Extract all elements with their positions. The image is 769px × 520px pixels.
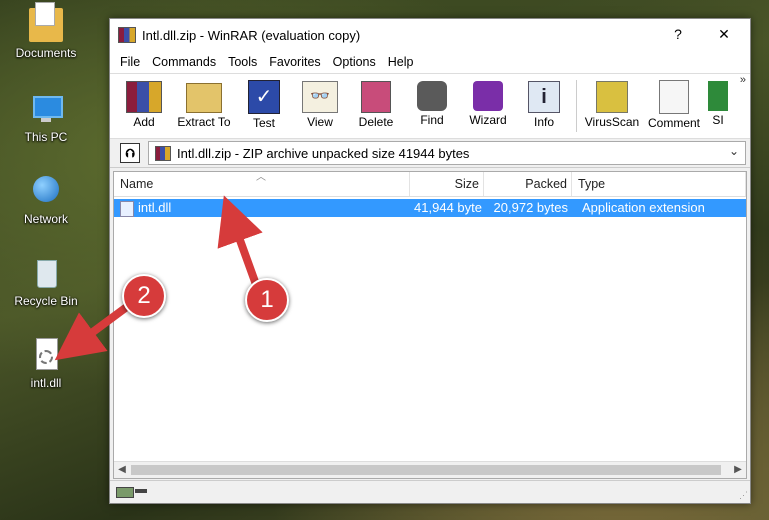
winrar-app-icon <box>118 27 136 43</box>
menu-commands[interactable]: Commands <box>146 55 222 69</box>
window-title: Intl.dll.zip - WinRAR (evaluation copy) <box>142 27 361 43</box>
delete-label: Delete <box>358 115 394 129</box>
step-badge-2: 2 <box>122 274 166 318</box>
info-button[interactable]: i Info <box>516 74 572 129</box>
dll-file-icon <box>120 200 134 217</box>
address-bar: ⮉ Intl.dll.zip - ZIP archive unpacked si… <box>110 139 750 168</box>
wizard-label: Wizard <box>469 113 507 127</box>
file-size: 41,944 byte <box>414 200 482 215</box>
desktop-icon-label: Recycle Bin <box>14 294 78 308</box>
desktop-icon-recycle-bin[interactable]: Recycle Bin <box>6 256 86 308</box>
comment-label: Comment <box>647 116 700 130</box>
documents-folder-icon <box>29 2 63 42</box>
desktop-icon-label: Network <box>23 212 68 226</box>
chevron-down-icon[interactable]: ⌄ <box>729 144 739 158</box>
view-label: View <box>307 115 333 129</box>
horizontal-scrollbar[interactable]: ◀ ▶ <box>114 461 746 478</box>
sfx-label: SI <box>712 113 724 127</box>
archive-path-field[interactable]: Intl.dll.zip - ZIP archive unpacked size… <box>148 141 746 165</box>
desktop-icon-this-pc[interactable]: This PC <box>6 92 86 144</box>
menu-file[interactable]: File <box>114 55 146 69</box>
key-icon <box>135 489 147 493</box>
menu-tools[interactable]: Tools <box>222 55 263 69</box>
dll-file-icon <box>29 338 63 372</box>
test-button[interactable]: ✓ Test <box>236 74 292 130</box>
info-label: Info <box>533 115 554 129</box>
virusscan-label: VirusScan <box>584 115 640 129</box>
menu-favorites[interactable]: Favorites <box>263 55 326 69</box>
extract-to-label: Extract To <box>177 115 231 129</box>
step-badge-1: 1 <box>245 278 289 322</box>
column-header-packed[interactable]: Packed <box>484 172 572 196</box>
file-packed: 20,972 bytes <box>493 200 568 215</box>
file-name: intl.dll <box>138 200 172 215</box>
folder-extract-icon <box>186 83 222 113</box>
file-list: Name Size Packed Type ︿ intl.dll 41,944 … <box>113 171 747 479</box>
wizard-button[interactable]: Wizard <box>460 74 516 127</box>
recycle-bin-icon <box>29 256 63 290</box>
wizard-hat-icon <box>473 81 503 111</box>
network-globe-icon <box>29 174 63 208</box>
archive-icon <box>155 145 171 161</box>
virus-scan-icon <box>596 81 628 113</box>
drive-icon <box>116 487 134 498</box>
desktop-icon-label: intl.dll <box>30 376 62 390</box>
add-button[interactable]: Add <box>116 74 172 129</box>
resize-grip-icon[interactable]: ⋰ <box>739 490 748 501</box>
info-icon: i <box>528 81 560 113</box>
binoculars-find-icon <box>417 81 447 111</box>
winrar-window: Intl.dll.zip - WinRAR (evaluation copy) … <box>109 18 751 504</box>
delete-button[interactable]: Delete <box>348 74 404 129</box>
menu-options[interactable]: Options <box>327 55 382 69</box>
delete-bin-icon <box>361 81 391 113</box>
comment-button[interactable]: Comment <box>643 74 705 130</box>
desktop-icon-intl-dll[interactable]: intl.dll <box>6 338 86 390</box>
status-bar: ⋰ <box>110 480 750 503</box>
virusscan-button[interactable]: VirusScan <box>581 74 643 129</box>
desktop-icon-network[interactable]: Network <box>6 174 86 226</box>
up-folder-button[interactable]: ⮉ <box>120 143 140 163</box>
scrollbar-thumb[interactable] <box>131 465 721 475</box>
title-bar[interactable]: Intl.dll.zip - WinRAR (evaluation copy) … <box>110 19 750 51</box>
help-button[interactable]: ? <box>656 19 700 49</box>
toolbar-separator <box>576 80 577 132</box>
sfx-icon <box>708 81 728 111</box>
archive-path-text: Intl.dll.zip - ZIP archive unpacked size… <box>177 145 470 161</box>
add-label: Add <box>133 115 155 129</box>
sort-arrow-icon: ︿ <box>256 172 266 183</box>
find-label: Find <box>420 113 444 127</box>
status-icons <box>116 485 148 498</box>
column-header-size[interactable]: Size <box>410 172 484 196</box>
sfx-button[interactable]: SI <box>705 74 731 127</box>
extract-to-button[interactable]: Extract To <box>172 74 236 129</box>
menu-help[interactable]: Help <box>382 55 420 69</box>
desktop-icon-documents[interactable]: Documents <box>6 2 86 60</box>
books-add-icon <box>126 81 162 113</box>
comment-pen-icon <box>659 80 689 114</box>
toolbar: Add Extract To ✓ Test 👓 View Delete Find… <box>110 74 750 139</box>
find-button[interactable]: Find <box>404 74 460 127</box>
desktop-icon-label: This PC <box>24 130 68 144</box>
scroll-right-icon[interactable]: ▶ <box>730 462 746 478</box>
table-row[interactable]: intl.dll 41,944 byte 20,972 bytes Applic… <box>114 199 746 217</box>
file-list-header: Name Size Packed Type ︿ <box>114 172 746 197</box>
close-button[interactable]: ✕ <box>702 19 746 49</box>
computer-icon <box>29 92 63 126</box>
menu-bar: File Commands Tools Favorites Options He… <box>110 51 750 74</box>
desktop-icon-label: Documents <box>15 46 77 60</box>
column-header-type[interactable]: Type <box>572 172 746 196</box>
test-label: Test <box>252 116 275 130</box>
scroll-left-icon[interactable]: ◀ <box>114 462 130 478</box>
view-button[interactable]: 👓 View <box>292 74 348 129</box>
test-check-icon: ✓ <box>248 80 280 114</box>
file-type: Application extension <box>582 200 705 215</box>
toolbar-overflow-icon[interactable]: » <box>740 74 746 86</box>
glasses-view-icon: 👓 <box>302 81 338 113</box>
